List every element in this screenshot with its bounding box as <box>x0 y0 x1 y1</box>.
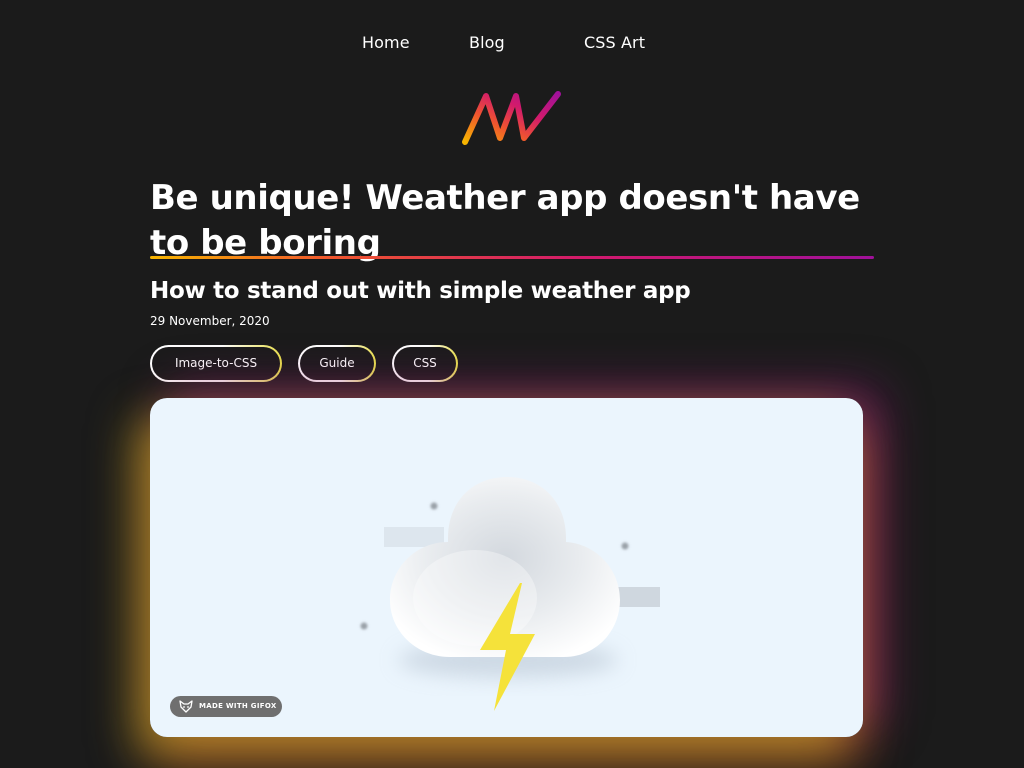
particle-dot <box>360 622 368 630</box>
article-date: 29 November, 2020 <box>150 314 270 328</box>
gifox-badge: MADE WITH GIFOX <box>170 696 282 717</box>
particle-dot <box>621 542 629 550</box>
article-title: Be unique! Weather app doesn't have to b… <box>150 178 860 263</box>
main-nav: Home Blog CSS Art <box>0 33 1024 57</box>
particle-dot <box>430 502 438 510</box>
fox-icon <box>179 700 193 713</box>
tag-image-to-css[interactable]: Image-to-CSS <box>150 345 282 382</box>
gifox-label: MADE WITH GIFOX <box>199 702 277 710</box>
nav-link-blog[interactable]: Blog <box>469 33 505 52</box>
hero-image: MADE WITH GIFOX <box>150 398 863 737</box>
nav-link-css-art[interactable]: CSS Art <box>584 33 645 52</box>
nav-link-home[interactable]: Home <box>362 33 410 52</box>
article-subtitle: How to stand out with simple weather app <box>150 278 691 304</box>
weather-scene <box>360 477 660 711</box>
logo-icon[interactable] <box>458 86 566 150</box>
tag-guide[interactable]: Guide <box>298 345 376 382</box>
logo-svg <box>462 91 561 145</box>
title-underline <box>150 256 874 259</box>
tag-css[interactable]: CSS <box>392 345 458 382</box>
page: Home Blog CSS Art Be unique! Weather app… <box>0 0 1024 768</box>
